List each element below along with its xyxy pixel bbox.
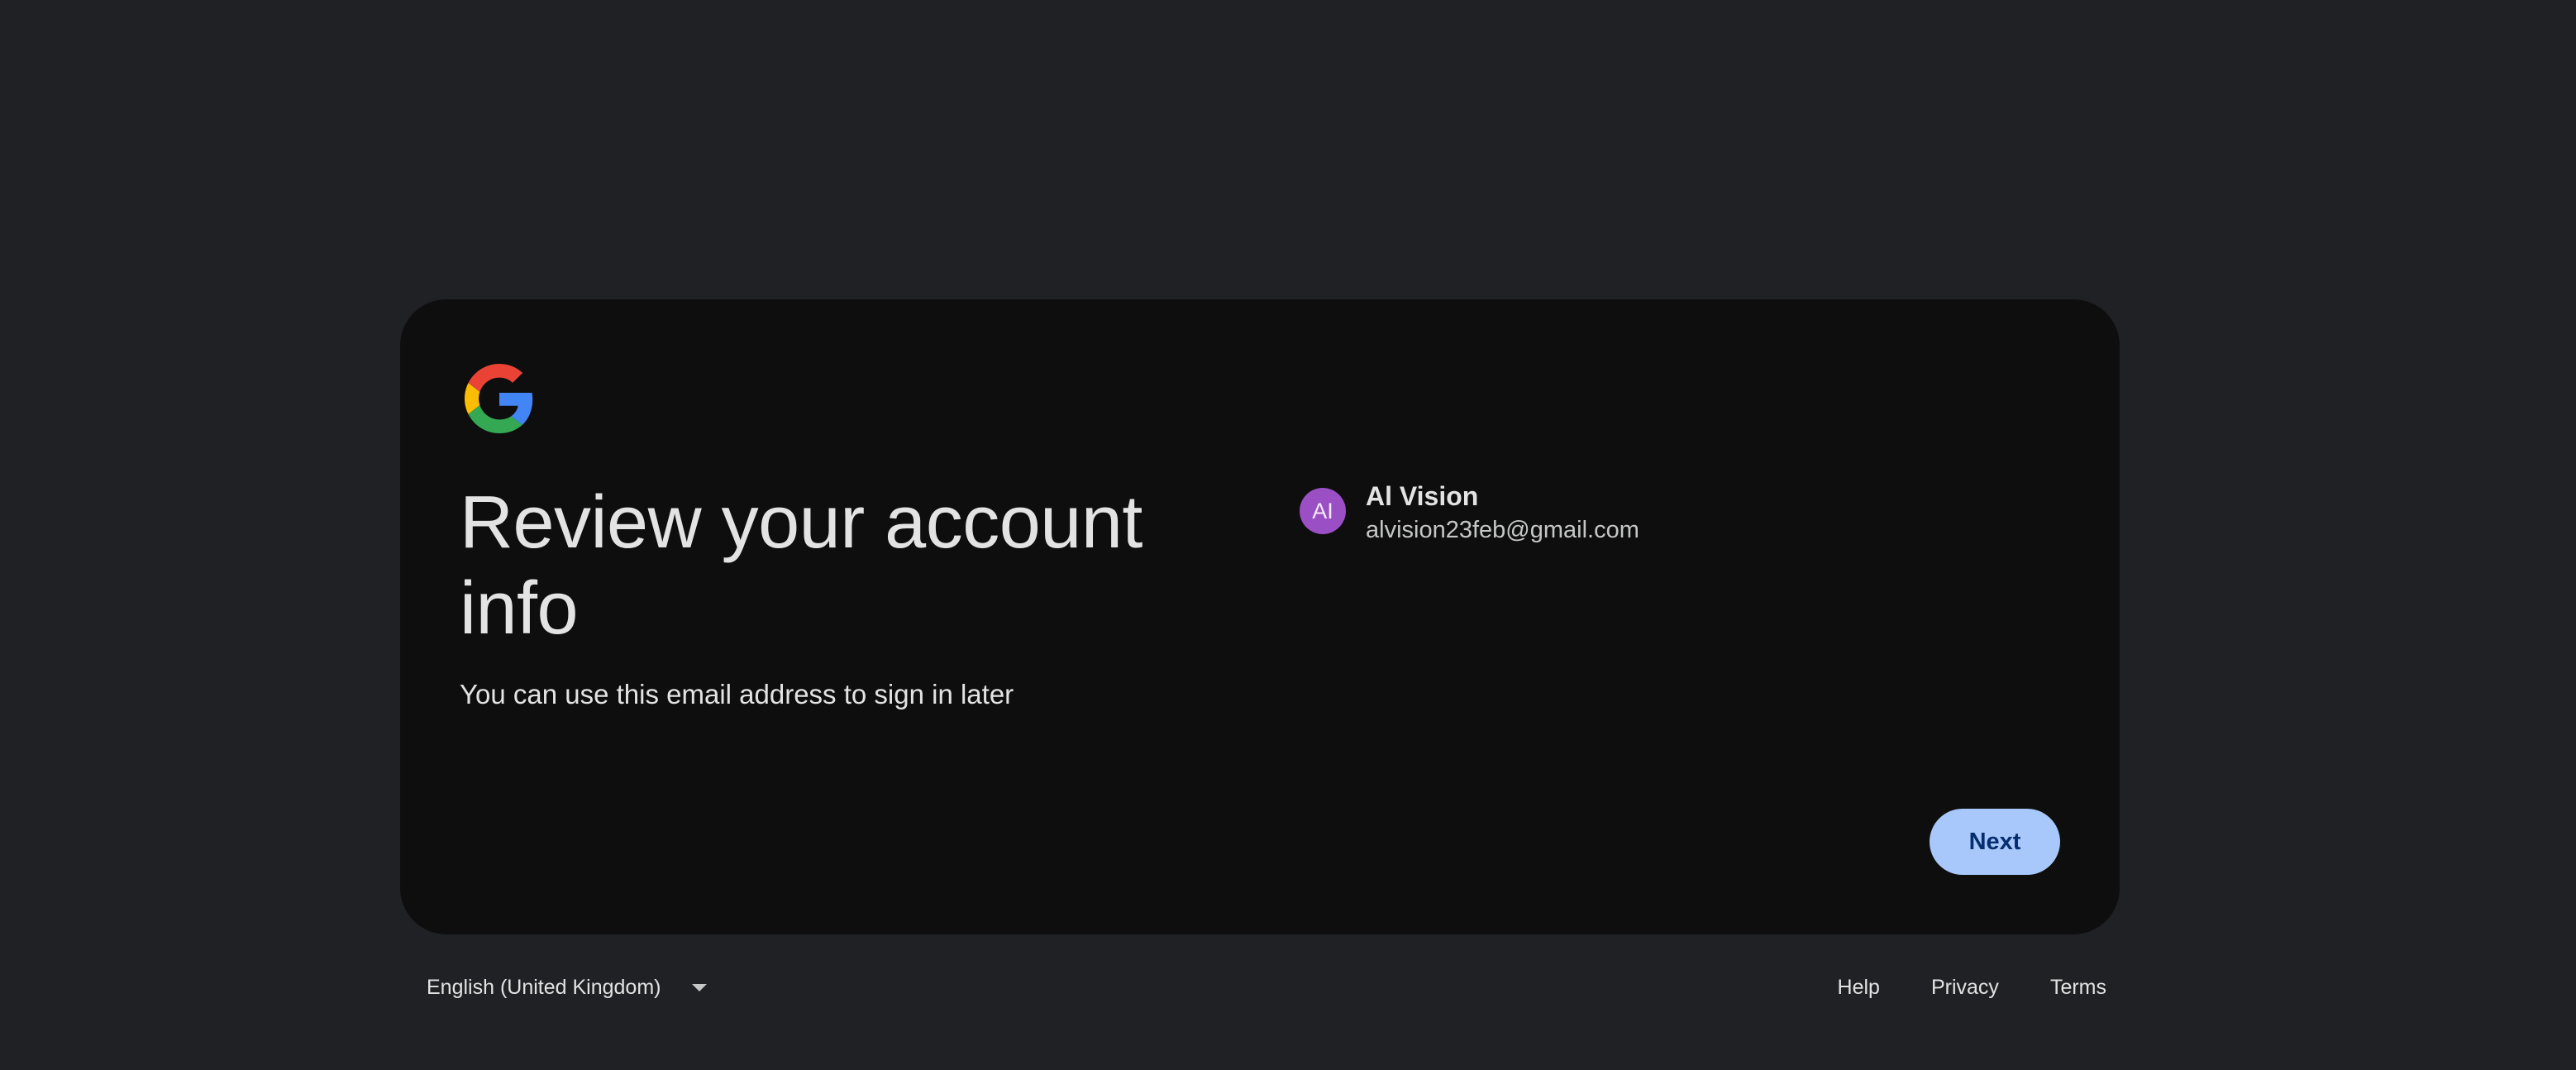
language-select-label: English (United Kingdom): [427, 975, 661, 999]
footer: English (United Kingdom) Help Privacy Te…: [0, 964, 2576, 1010]
footer-links: Help Privacy Terms: [1800, 964, 2120, 1010]
account-name: Al Vision: [1366, 481, 1479, 511]
page-subtitle: You can use this email address to sign i…: [460, 679, 1014, 709]
terms-link[interactable]: Terms: [2037, 964, 2120, 1010]
page-title: Review your account info: [460, 481, 1143, 650]
chevron-down-icon: [692, 983, 708, 991]
avatar: AI: [1300, 488, 1346, 534]
help-link[interactable]: Help: [1825, 964, 1893, 1010]
google-logo-icon: [465, 364, 534, 433]
language-select[interactable]: English (United Kingdom): [413, 964, 720, 1010]
account-email: alvision23feb@gmail.com: [1366, 517, 1639, 543]
next-button[interactable]: Next: [1930, 809, 2060, 875]
privacy-link[interactable]: Privacy: [1918, 964, 2012, 1010]
sign-in-card: Review your account info You can use thi…: [400, 299, 2120, 934]
